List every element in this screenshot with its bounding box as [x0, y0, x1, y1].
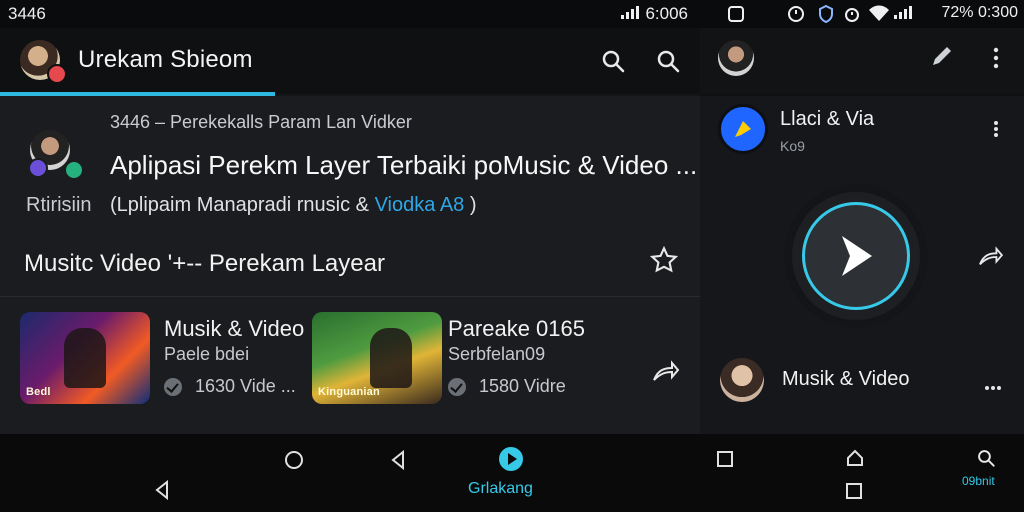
page-title: Aplipasi Perekm Layer Terbaiki poMusic &…: [110, 150, 698, 180]
thumbnail-label: Kinguanian: [318, 386, 380, 398]
card-subtitle: Serbfelan09: [448, 344, 546, 364]
signal-icon: [894, 5, 912, 24]
card-meta: 1580 Vidre: [448, 376, 566, 397]
back-icon[interactable]: [388, 449, 408, 475]
video-thumbnail[interactable]: Kinguanian: [312, 312, 442, 404]
more-horiz-icon[interactable]: [984, 378, 1002, 396]
subtitle-line: (Lplipaim Manapradi rnusic & Viodka A8 ): [110, 194, 477, 217]
card-subtitle: Paele bdei: [164, 344, 250, 364]
plus-badge: [64, 160, 84, 180]
subtitle-suffix: ): [469, 194, 477, 216]
app-icon: [726, 4, 746, 29]
bottom-nav-left: Grlakang: [0, 434, 700, 512]
card-title: Musik & Video: [164, 316, 305, 341]
play-button[interactable]: [792, 192, 920, 320]
home-icon[interactable]: [284, 450, 304, 475]
verified-icon: [164, 378, 182, 397]
divider: [0, 296, 700, 297]
verified-icon: [448, 378, 466, 397]
status-right-text: 72% 0:300: [941, 4, 1018, 21]
status-right-group: 6:006: [621, 4, 688, 24]
search-icon[interactable]: [600, 48, 626, 74]
app-subtitle: Ko9: [780, 138, 805, 154]
breadcrumb: 3446 – Perekekalls Param Lan Vidker: [110, 112, 412, 132]
share-icon[interactable]: [976, 246, 1004, 273]
status-clock: 6:006: [645, 4, 688, 23]
left-small-label: Rtirisiin: [26, 194, 92, 216]
card-meta: 1630 Vide ...: [164, 376, 296, 397]
app-title: Llaci & Via: [780, 108, 875, 130]
alarm-icon: [842, 4, 862, 29]
search-icon[interactable]: [976, 448, 996, 473]
wifi-icon: [868, 5, 890, 26]
more-vert-icon[interactable]: [992, 46, 1000, 75]
subtitle-link[interactable]: Viodka A8: [375, 194, 465, 216]
square-icon[interactable]: [845, 482, 863, 505]
avatar-badge: [47, 64, 67, 84]
home-icon[interactable]: [845, 448, 865, 473]
left-app-bar: Urekam Sbieom: [0, 28, 700, 94]
back-icon[interactable]: [152, 479, 172, 505]
avatar: [720, 358, 764, 402]
video-thumbnail[interactable]: Bedl: [20, 312, 150, 404]
status-bar-left: 3446 6:006: [0, 0, 700, 28]
nav-label: 09bnit: [962, 474, 995, 488]
search-icon[interactable]: [655, 48, 681, 74]
share-icon[interactable]: [650, 360, 680, 389]
bottom-nav-right: 09bnit: [700, 434, 1024, 512]
clock-icon: [786, 4, 806, 29]
subtitle-prefix: (Lplipaim Manapradi rnusic &: [110, 194, 370, 216]
square-icon[interactable]: [716, 450, 734, 473]
nav-center-label: Grlakang: [468, 480, 533, 497]
status-time: 3446: [8, 4, 46, 23]
play-icon[interactable]: [498, 446, 524, 477]
right-top-bar: [700, 28, 1024, 94]
signal-icon: [621, 4, 640, 24]
avatar[interactable]: [718, 40, 754, 76]
status-bar-right: 72% 0:300: [700, 0, 1024, 28]
pencil-icon[interactable]: [928, 42, 956, 75]
section-title: Musitc Video '+-- Perekam Layear: [24, 250, 385, 277]
star-icon[interactable]: [649, 245, 679, 279]
app-logo: [718, 104, 768, 154]
thumbnail-label: Bedl: [26, 386, 51, 398]
shield-icon: [816, 4, 836, 29]
card-title: Pareake 0165: [448, 316, 585, 341]
small-badge: [28, 158, 48, 178]
app-title: Urekam Sbieom: [78, 46, 253, 73]
list-item-title: Musik & Video: [782, 368, 910, 390]
right-list: Llaci & Via Ko9 Musik & Video: [700, 96, 1024, 434]
more-vert-icon[interactable]: [992, 120, 1000, 143]
